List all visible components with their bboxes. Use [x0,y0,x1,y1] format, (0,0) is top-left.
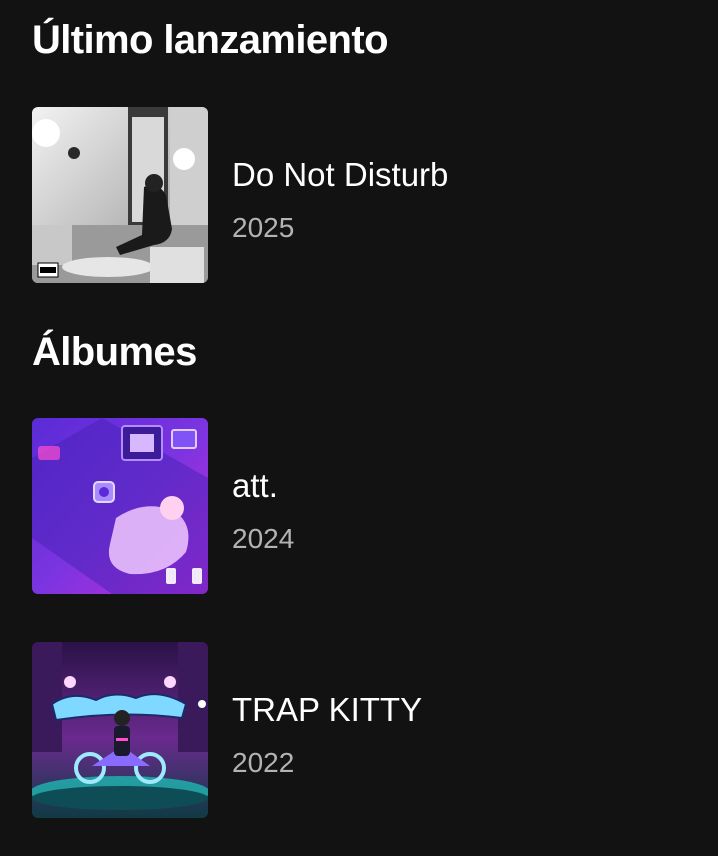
latest-release-row[interactable]: Do Not Disturb 2025 [32,107,692,283]
album-title: TRAP KITTY [232,691,423,728]
latest-release-cover [32,107,208,283]
album-year: 2022 [232,747,295,778]
artist-discography-screen: Último lanzamiento Do Not Disturb 2025 Á… [0,0,718,856]
album-row[interactable]: TRAP KITTY 2022 [32,642,692,818]
album-cover [32,418,208,594]
album-title: att. [232,467,278,504]
latest-release-year: 2025 [232,212,295,243]
album-year: 2024 [232,523,295,554]
album-cover [32,642,208,818]
albums-heading: Álbumes [32,330,197,374]
latest-release-title: Do Not Disturb [232,156,449,193]
latest-release-heading: Último lanzamiento [32,18,389,62]
album-row[interactable]: att. 2024 [32,418,692,594]
